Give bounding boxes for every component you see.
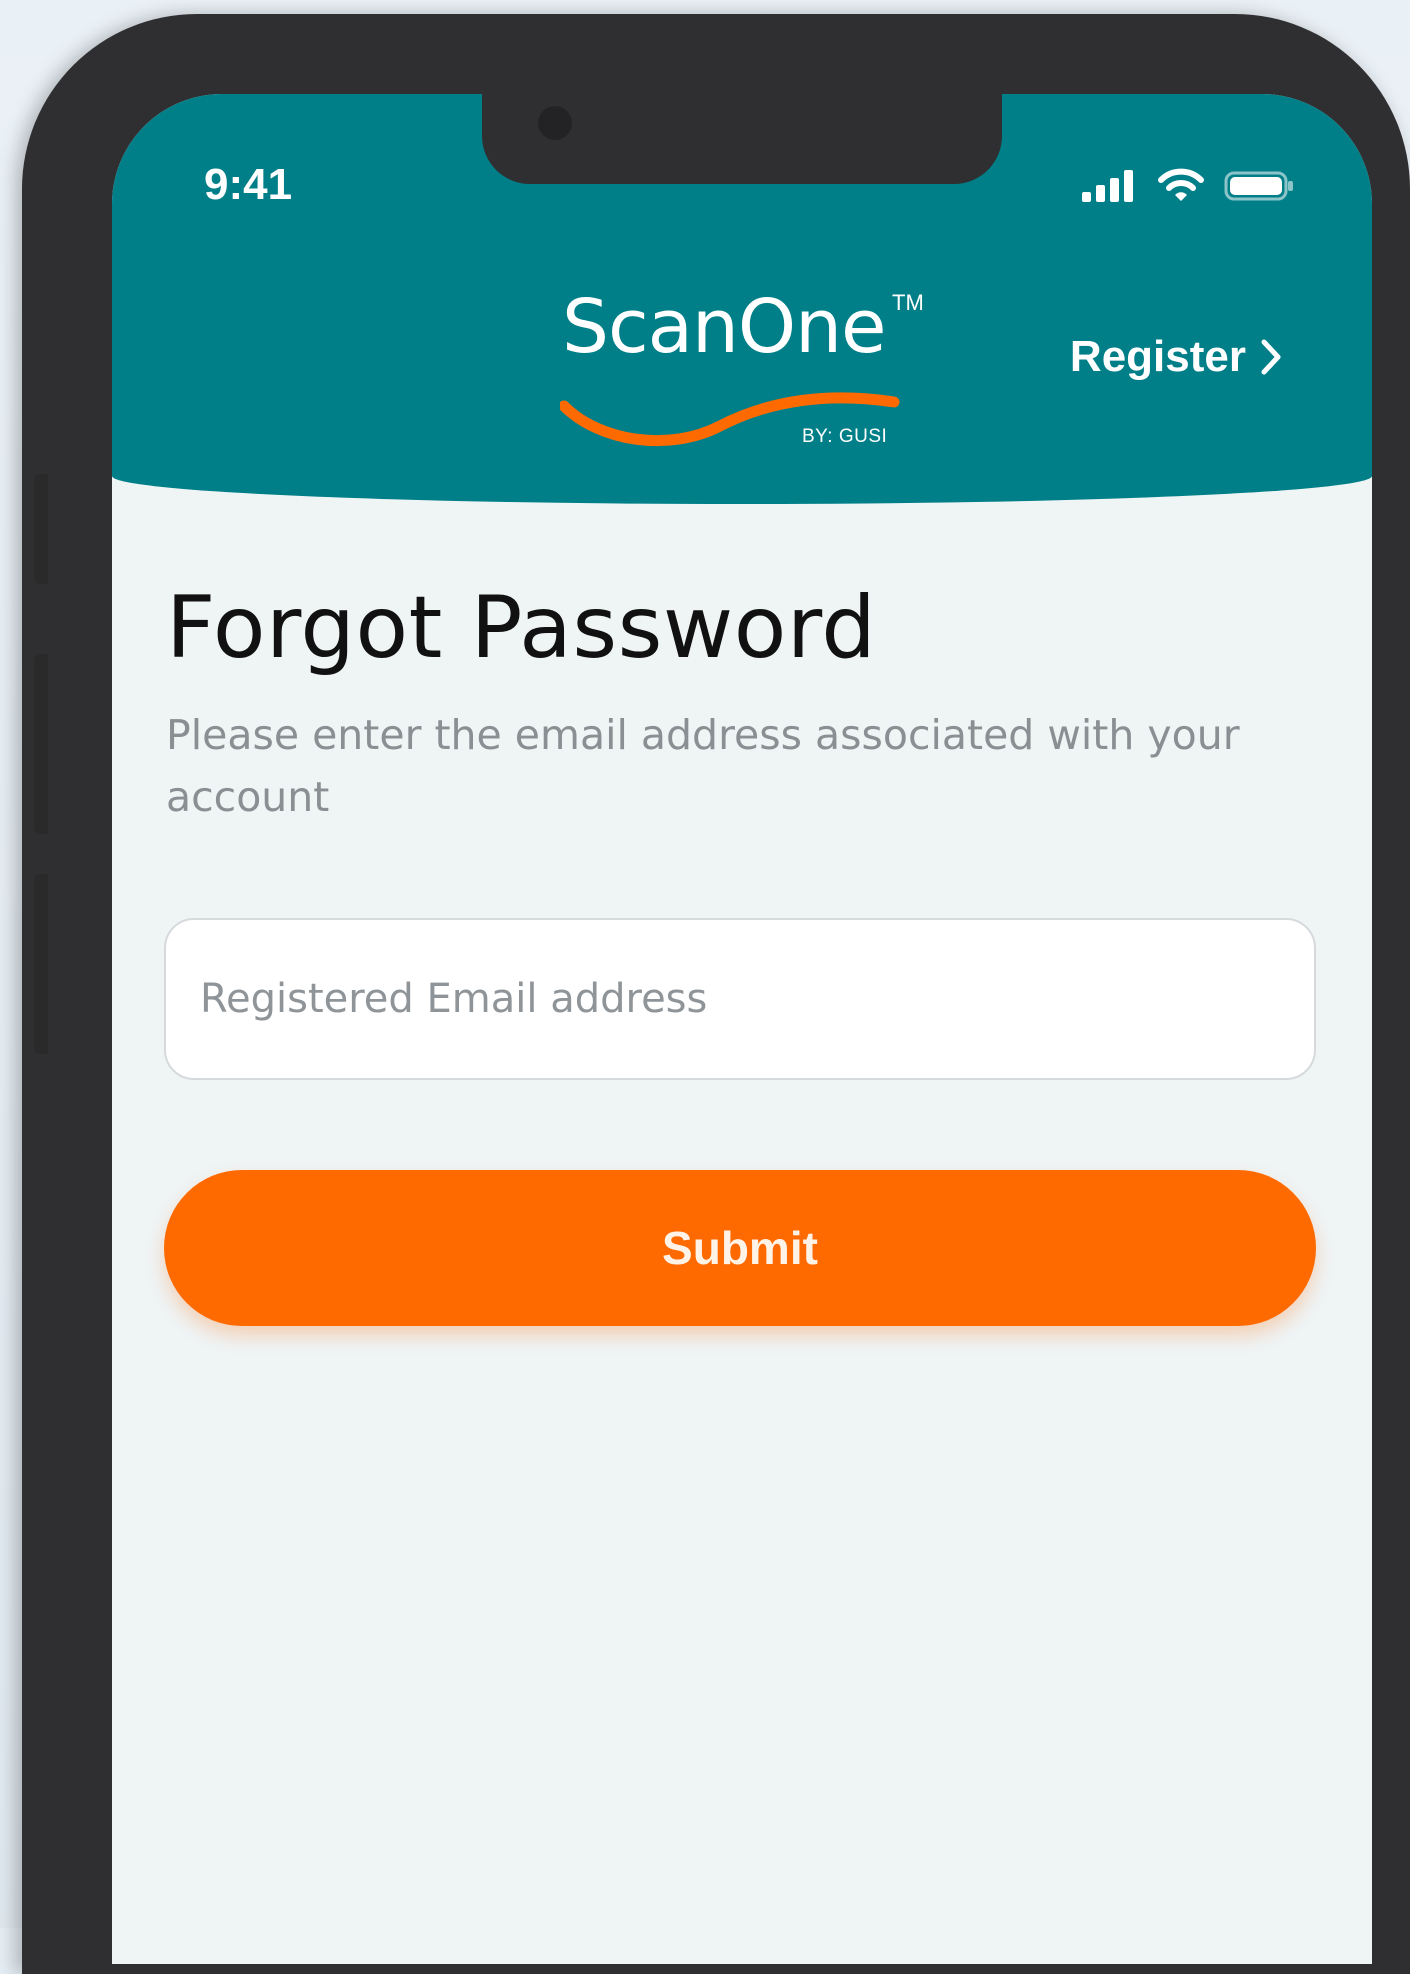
page-title: Forgot Password xyxy=(166,578,877,678)
phone-volume-down-button xyxy=(34,874,48,1054)
status-icons xyxy=(1080,168,1294,202)
phone-volume-up-button xyxy=(34,654,48,834)
register-link[interactable]: Register xyxy=(1070,332,1282,382)
logo-tagline: BY: GUSI xyxy=(802,426,888,447)
wifi-icon xyxy=(1158,168,1204,201)
battery-icon xyxy=(1224,171,1293,201)
phone-side-button xyxy=(34,474,48,584)
email-field[interactable] xyxy=(164,918,1316,1080)
phone-notch xyxy=(482,94,1002,184)
page-subtitle: Please enter the email address associate… xyxy=(166,711,1240,821)
scanone-logo: ScanOne TM BY: GUSI xyxy=(560,284,924,450)
logo-trademark: TM xyxy=(892,290,924,315)
app-screen: 9:41 ScanOne TM BY: GUSI Register Forgot… xyxy=(112,94,1372,1964)
camera-icon xyxy=(538,106,572,140)
logo-wordmark: ScanOne xyxy=(562,284,887,370)
chevron-right-icon xyxy=(1261,339,1281,375)
cellular-signal-icon xyxy=(1082,170,1133,202)
phone-frame: 9:41 ScanOne TM BY: GUSI Register Forgot… xyxy=(22,14,1410,1974)
app-header: 9:41 ScanOne TM BY: GUSI Register xyxy=(112,94,1372,504)
register-label: Register xyxy=(1069,332,1246,381)
status-time: 9:41 xyxy=(204,160,293,209)
submit-button[interactable]: Submit xyxy=(164,1170,1316,1326)
